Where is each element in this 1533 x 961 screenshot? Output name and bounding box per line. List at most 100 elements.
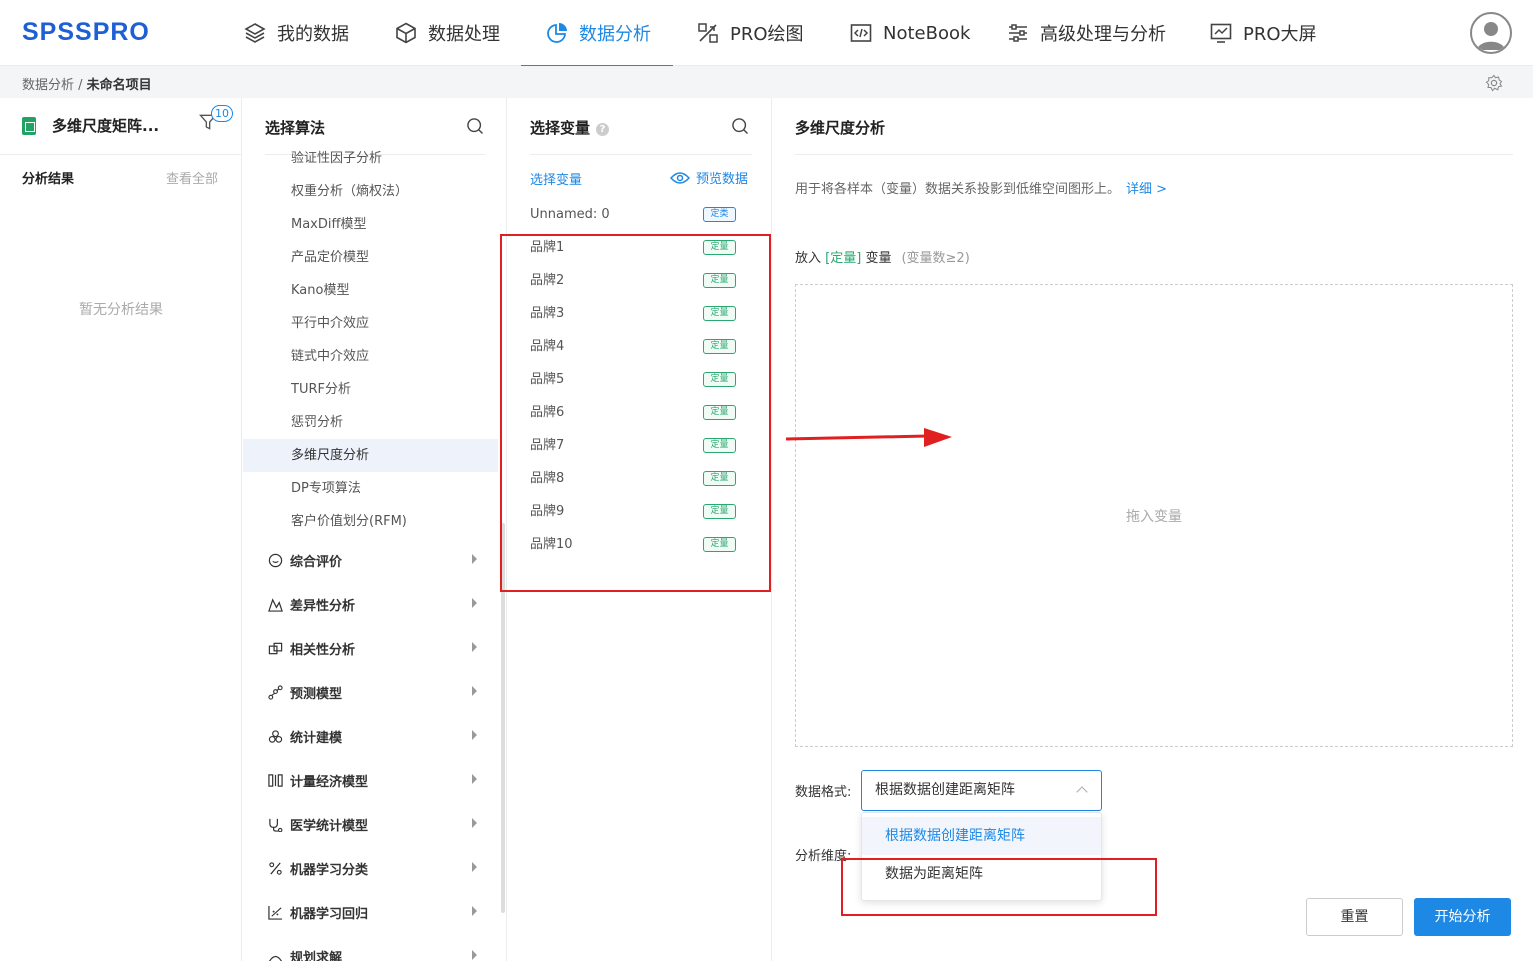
project-name: 多维尺度矩阵...	[52, 117, 160, 135]
put-prefix: 放入	[795, 251, 822, 266]
categorical-tag: 定类	[703, 207, 736, 222]
caret-right-icon	[472, 554, 477, 564]
detail-link[interactable]: 详细 >	[1126, 182, 1167, 197]
caret-right-icon	[472, 818, 477, 828]
variable-item[interactable]: Unnamed: 0 定类	[530, 198, 740, 231]
spreadsheet-icon	[22, 116, 36, 135]
annotation-arrow-icon	[786, 428, 952, 447]
category-comprehensive-evaluation[interactable]: 综合评价	[243, 538, 498, 582]
algorithm-item-selected[interactable]: 多维尺度分析	[243, 439, 498, 472]
view-all-link[interactable]: 查看全部	[166, 168, 218, 187]
algorithm-item[interactable]: Kano模型	[243, 274, 498, 307]
category-prediction-model[interactable]: 预测模型	[243, 670, 498, 714]
category-planning-solving[interactable]: 规划求解	[243, 934, 498, 961]
overlap-squares-icon	[268, 642, 282, 654]
category-correlation-analysis[interactable]: 相关性分析	[243, 626, 498, 670]
annotation-box-variables	[500, 234, 771, 592]
analysis-title: 多维尺度分析	[795, 119, 886, 137]
drawing-icon	[698, 23, 718, 43]
drop-zone-text: 拖入变量	[1126, 509, 1182, 525]
nav-pro-screen[interactable]: PRO大屏	[1209, 0, 1317, 66]
category-label: 医学统计模型	[290, 818, 369, 834]
algorithm-item[interactable]: 客户价值划分(RFM)	[243, 505, 498, 538]
algorithm-item[interactable]: 平行中介效应	[243, 307, 498, 340]
category-econometric-model[interactable]: 计量经济模型	[243, 758, 498, 802]
nav-label: 数据分析	[579, 24, 651, 45]
monitor-chart-icon	[1210, 23, 1232, 43]
algorithm-item[interactable]: MaxDiff模型	[243, 208, 498, 241]
drop-instruction: 放入 [定量] 变量 (变量数≥2)	[795, 247, 970, 266]
layers-icon	[244, 23, 266, 43]
nav-data-analysis[interactable]: 数据分析	[521, 0, 673, 67]
nav-notebook[interactable]: NoteBook	[849, 0, 970, 66]
config-panel: 多维尺度分析 用于将各样本（变量）数据关系投影到低维空间图形上。 详细 > 放入 …	[773, 98, 1533, 961]
variable-panel-title-text: 选择变量	[530, 119, 591, 137]
eye-icon	[670, 171, 690, 184]
caret-right-icon	[472, 686, 477, 696]
dropdown-option[interactable]: 根据数据创建距离矩阵	[862, 817, 1101, 855]
variable-drop-zone[interactable]: 拖入变量	[795, 284, 1513, 747]
results-panel: 多维尺度矩阵... 10 分析结果 查看全部 暂无分析结果	[0, 98, 242, 961]
variable-panel-title: 选择变量?	[530, 117, 610, 138]
columns-icon	[267, 773, 283, 787]
selected-value: 根据数据创建距离矩阵	[875, 782, 1015, 798]
preview-label: 预览数据	[696, 172, 749, 187]
algorithm-item[interactable]: DP专项算法	[243, 472, 498, 505]
category-label: 计量经济模型	[290, 774, 369, 790]
algorithm-item[interactable]: 权重分析（熵权法）	[243, 175, 498, 208]
nav-advanced[interactable]: 高级处理与分析	[1006, 0, 1166, 66]
category-medical-statistics[interactable]: 医学统计模型	[243, 802, 498, 846]
gear-icon[interactable]	[1485, 74, 1503, 92]
data-format-select[interactable]: 根据数据创建距离矩阵	[861, 770, 1102, 811]
algorithm-item[interactable]: 惩罚分析	[243, 406, 498, 439]
caret-right-icon	[472, 774, 477, 784]
nav-my-data[interactable]: 我的数据	[243, 0, 349, 66]
help-icon[interactable]: ?	[596, 123, 610, 136]
category-ml-classification[interactable]: 机器学习分类	[243, 846, 498, 890]
algorithm-item[interactable]: 验证性因子分析	[243, 142, 498, 175]
chevron-up-icon	[1076, 786, 1088, 798]
category-label: 机器学习回归	[290, 906, 369, 922]
data-format-label: 数据格式:	[795, 785, 852, 800]
annotation-box-option	[841, 858, 1157, 916]
algorithm-item[interactable]: 链式中介效应	[243, 340, 498, 373]
divider	[0, 154, 242, 155]
preview-data-button[interactable]: 预览数据	[670, 168, 748, 187]
nav-pro-drawing[interactable]: PRO绘图	[696, 0, 804, 66]
caret-right-icon	[472, 642, 477, 652]
breadcrumb-separator: /	[74, 78, 87, 93]
category-label: 相关性分析	[290, 642, 356, 658]
algorithm-panel-title: 选择算法	[265, 119, 326, 137]
quantitative-type-label: [定量]	[825, 251, 862, 266]
search-icon[interactable]	[465, 116, 485, 136]
avatar[interactable]	[1470, 12, 1512, 54]
project-title[interactable]: 多维尺度矩阵...	[22, 115, 159, 136]
category-label: 差异性分析	[290, 598, 356, 614]
breadcrumb-parent[interactable]: 数据分析	[22, 78, 74, 93]
category-difference-analysis[interactable]: 差异性分析	[243, 582, 498, 626]
category-label: 综合评价	[290, 554, 343, 570]
category-label: 规划求解	[290, 950, 343, 961]
algorithm-item[interactable]: 产品定价模型	[243, 241, 498, 274]
reset-button[interactable]: 重置	[1306, 898, 1403, 936]
code-window-icon	[850, 24, 872, 42]
empty-results-text: 暂无分析结果	[79, 302, 163, 318]
select-variable-link[interactable]: 选择变量	[530, 169, 582, 188]
nav-label: 我的数据	[277, 24, 349, 45]
nav-data-processing[interactable]: 数据处理	[394, 0, 500, 66]
category-ml-regression[interactable]: 机器学习回归	[243, 890, 498, 934]
results-title: 分析结果	[22, 172, 75, 187]
chat-bubble-icon	[268, 553, 282, 567]
logo[interactable]: SPSSPRO	[22, 18, 150, 47]
caret-right-icon	[472, 730, 477, 740]
breadcrumb-current: 未命名项目	[86, 78, 152, 93]
divider	[530, 154, 752, 155]
search-icon[interactable]	[730, 116, 750, 136]
category-label: 统计建模	[290, 730, 343, 746]
planning-icon	[268, 955, 282, 961]
breadcrumb-bar: 数据分析 / 未命名项目	[0, 66, 1533, 98]
algorithm-item[interactable]: TURF分析	[243, 373, 498, 406]
category-statistical-modeling[interactable]: 统计建模	[243, 714, 498, 758]
start-analysis-button[interactable]: 开始分析	[1414, 898, 1511, 936]
filter-count-badge: 10	[211, 105, 233, 122]
